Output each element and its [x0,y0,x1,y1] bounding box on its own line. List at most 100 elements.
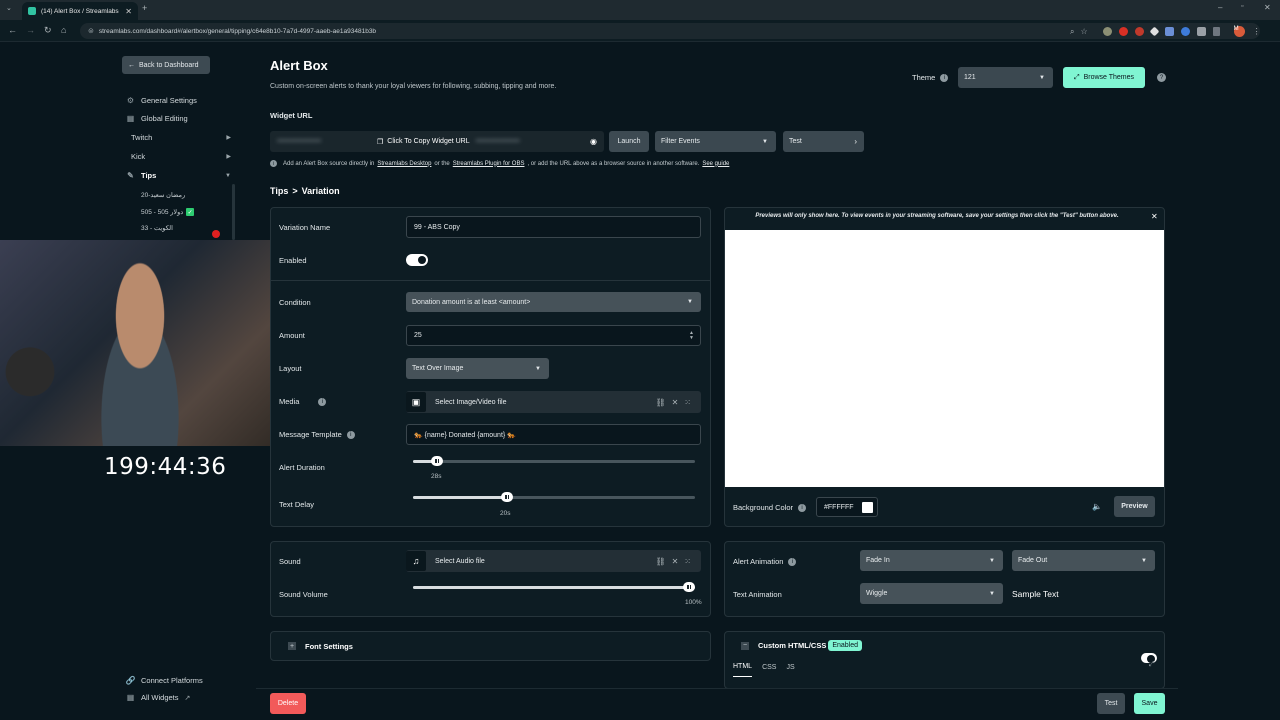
file-actions-icons[interactable]: ⛓✕⁙ [655,557,697,566]
see-guide-link[interactable]: See guide [702,161,729,167]
widget-info-text: i Add an Alert Box source directly in St… [270,160,729,167]
bg-label-text: Background Color [733,503,794,512]
window-close-icon[interactable]: ✕ [1264,3,1271,12]
sidepanel-icon[interactable] [1212,27,1220,36]
tab-list-icon[interactable]: ⌄ [6,4,12,12]
number-stepper-icon[interactable]: ▲ ▼ [689,330,694,341]
extension-5-icon[interactable] [1164,27,1174,36]
sidebar-scrollbar[interactable] [232,184,235,240]
image-icon: ▣ [406,392,426,412]
back-to-dashboard-button[interactable]: ← Back to Dashboard [122,56,210,74]
layout-select[interactable]: Text Over Image ▼ [406,358,549,379]
home-icon[interactable]: ⌂ [61,25,66,35]
amount-input[interactable]: 25 ▲ ▼ [406,325,701,346]
tab-title: (14) Alert Box / Streamlabs [41,7,119,15]
zoom-icon[interactable]: ⌕ [1070,27,1074,37]
variation-name-input[interactable]: 99 - ABS Copy [406,216,701,238]
back-arrow-icon[interactable]: ← [8,25,17,35]
extension-3-icon[interactable] [1134,27,1144,36]
minimize-icon[interactable]: – [1218,3,1222,12]
animation-in-select[interactable]: Fade In ▼ [860,550,1003,571]
eye-icon[interactable]: ◉ [590,137,597,146]
sidebar-item-label: Tips [141,171,157,180]
sidebar-connect-platforms[interactable]: 🔗 Connect Platforms [126,676,203,685]
media-file-picker[interactable]: ▣ Select Image/Video file ⛓✕⁙ [406,391,701,413]
sidebar-item-global-editing[interactable]: ▦ Global Editing [126,114,188,123]
test-dropdown-button[interactable]: Test › [783,131,864,152]
extension-2-icon[interactable] [1118,27,1128,36]
browse-themes-button[interactable]: ⤢ Browse Themes [1063,67,1145,88]
maximize-icon[interactable]: ▫ [1241,3,1243,10]
text-delay-slider[interactable] [413,492,695,502]
close-tab-icon[interactable]: ✕ [125,7,132,16]
footer-test-button[interactable]: Test [1097,693,1125,714]
new-tab-icon[interactable]: + [142,3,147,13]
streamlabs-desktop-link[interactable]: Streamlabs Desktop [377,161,431,167]
sound-volume-slider[interactable] [413,582,695,592]
bg-color-value: #FFFFFF [824,503,854,511]
info-icon[interactable]: i [318,397,327,406]
alert-duration-slider[interactable] [413,456,695,466]
preview-button[interactable]: Preview [1114,496,1155,517]
sidebar-item-kick[interactable]: Kick ▶ [131,152,231,161]
audio-file-picker[interactable]: ♫ Select Audio file ⛓✕⁙ [406,550,701,572]
info-icon[interactable]: i [798,503,807,512]
filter-events-select[interactable]: Filter Events ▼ [655,131,776,152]
font-settings-panel[interactable]: + Font Settings [270,631,711,661]
background-color-input[interactable]: #FFFFFF [816,497,878,517]
extension-4-icon[interactable] [1149,26,1160,37]
tab-html[interactable]: HTML [733,663,753,677]
theme-select[interactable]: 121 ▼ [958,67,1053,88]
animation-out-select[interactable]: Fade Out ▼ [1012,550,1155,571]
profile-avatar[interactable]: M [1233,26,1245,37]
condition-select[interactable]: Donation amount is at least <amount> ▼ [406,292,701,312]
collapse-minus-icon[interactable]: − [741,641,749,650]
test-label: Test [789,138,802,145]
extension-6-icon[interactable] [1180,27,1190,36]
message-template-input[interactable]: 🐅 {name} Donated {amount} 🐅 [406,424,701,445]
browser-menu-icon[interactable]: ⋮ [1253,27,1261,36]
sidebar-variation-item[interactable]: 20-رمضان سعيد [141,191,185,199]
reload-icon[interactable]: ↻ [44,25,52,36]
info-icon[interactable]: i [940,73,949,82]
extension-1-icon[interactable] [1102,27,1112,36]
color-swatch[interactable] [862,501,873,513]
sound-volume-value: 100% [685,599,702,606]
file-actions-icons[interactable]: ⛓✕⁙ [655,398,697,407]
expand-plus-icon[interactable]: + [288,642,296,650]
site-info-icon[interactable]: ⊜ [88,27,94,35]
microphone-shape [0,340,60,446]
sidebar-all-widgets[interactable]: ▦ All Widgets ↗ [126,693,191,702]
custom-html-header: − Custom HTML/CSS Enabled [741,640,863,651]
sidebar-item-twitch[interactable]: Twitch ▶ [131,133,231,142]
obs-plugin-link[interactable]: Streamlabs Plugin for OBS [453,161,525,167]
slider-handle[interactable] [431,456,443,466]
bookmark-star-icon[interactable]: ☆ [1080,27,1087,36]
widget-url-field[interactable]: •••••••••••••••••• ❐ Click To Copy Widge… [270,131,604,152]
sidebar-item-general-settings[interactable]: ⚙ General Settings [126,96,197,105]
info-icon[interactable]: i [346,430,355,439]
sidebar-variation-item[interactable]: 505 - 505 دولار ✓ [141,208,195,216]
slider-handle[interactable] [501,492,513,502]
close-notice-icon[interactable]: ✕ [1151,212,1158,221]
enabled-toggle[interactable] [406,254,428,266]
chevron-right-icon: ▶ [226,154,231,160]
font-settings-label: Font Settings [305,641,353,651]
browser-tab[interactable]: (14) Alert Box / Streamlabs ✕ [22,2,138,20]
forward-arrow-icon[interactable]: → [26,25,35,35]
sidebar-item-tips[interactable]: ✎ Tips ▼ [126,171,231,180]
speaker-icon[interactable]: 🔈 [1092,502,1102,511]
text-animation-select[interactable]: Wiggle ▼ [860,583,1003,604]
tab-css[interactable]: CSS [762,664,776,677]
delete-button[interactable]: Delete [270,693,306,714]
extensions-puzzle-icon[interactable] [1196,27,1206,36]
breadcrumb-tips[interactable]: Tips [270,186,288,196]
save-button[interactable]: Save [1134,693,1165,714]
expand-editor-icon[interactable]: ⤢ [1149,661,1155,669]
help-icon[interactable]: ? [1157,73,1166,82]
sidebar-variation-item[interactable]: 33 - الكويت [141,224,173,232]
tab-js[interactable]: JS [786,664,794,677]
launch-button[interactable]: Launch [609,131,649,152]
slider-handle[interactable] [683,582,695,592]
info-icon[interactable]: i [788,557,797,566]
